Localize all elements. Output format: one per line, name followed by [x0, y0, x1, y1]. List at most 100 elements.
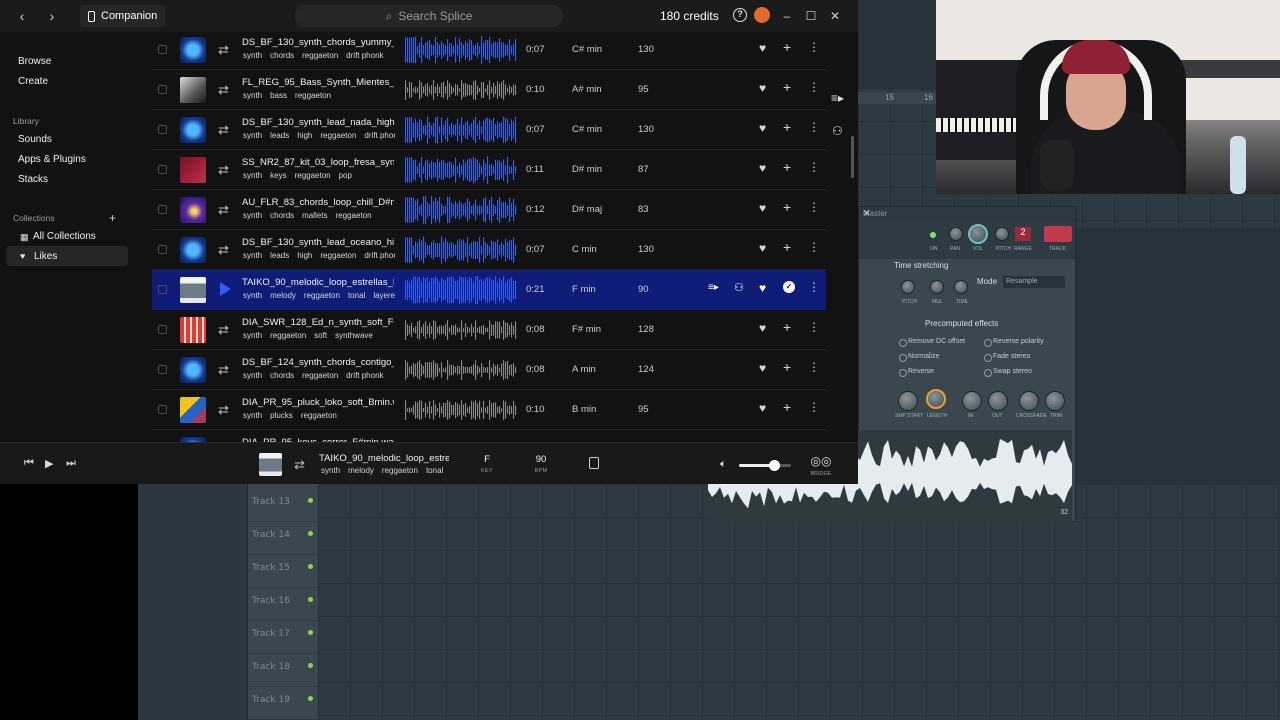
scrollbar[interactable]: [851, 136, 854, 178]
like-heart-icon[interactable]: ♥: [759, 241, 766, 255]
close-button[interactable]: ✕: [826, 6, 844, 26]
volume-icon[interactable]: 🔈︎: [720, 458, 727, 471]
copy-icon[interactable]: [589, 457, 599, 469]
more-options-icon[interactable]: ⋮: [808, 80, 820, 94]
effect-option[interactable]: Swap stereo: [984, 368, 1032, 377]
tag-chip[interactable]: drift phonk: [346, 371, 383, 380]
track-header[interactable]: Track 17: [248, 621, 318, 654]
table-row[interactable]: ⇄ DS_BF_130_synth_lead_oceano_high_Cmin.w…: [152, 230, 826, 270]
more-options-icon[interactable]: ⋮: [808, 40, 820, 54]
credits-counter[interactable]: 180 credits: [660, 9, 719, 23]
tag-chip[interactable]: synth: [243, 371, 262, 380]
add-collection-button[interactable]: +: [109, 211, 116, 225]
tag-chip[interactable]: bass: [270, 91, 287, 100]
table-row[interactable]: ⇄ DS_BF_130_synth_lead_nada_high_C#min.wa…: [152, 110, 826, 150]
tag-chip[interactable]: reggaeton: [295, 91, 331, 100]
track-number-display[interactable]: 2: [1015, 227, 1031, 241]
waveform-preview[interactable]: [405, 356, 517, 384]
sample-name[interactable]: TAIKO_90_melodic_loop_estrellas_Fmin.wav: [242, 277, 394, 288]
row-checkbox[interactable]: [158, 245, 167, 254]
more-options-icon[interactable]: ⋮: [808, 240, 820, 254]
next-button[interactable]: ⏭: [66, 457, 76, 470]
back-button[interactable]: ‹: [12, 6, 32, 26]
tag-chip[interactable]: reggaeton: [301, 411, 337, 420]
stretch-time-knob[interactable]: [954, 280, 968, 294]
sample-name[interactable]: DS_BF_130_synth_chords_yummy_C#min.wav: [242, 37, 394, 48]
sidebar-item-stacks[interactable]: Stacks: [18, 174, 48, 185]
track-mute-led[interactable]: [308, 498, 313, 503]
table-row[interactable]: ⇄ AU_FLR_83_chords_loop_chill_D#maj.wavsy…: [152, 190, 826, 230]
tag-chip[interactable]: chords: [270, 51, 294, 60]
row-checkbox[interactable]: [158, 165, 167, 174]
waveform-preview[interactable]: [405, 276, 517, 304]
track-mute-led[interactable]: [308, 531, 313, 536]
plugin-close-icon[interactable]: ✕: [863, 208, 1071, 219]
add-to-queue-icon[interactable]: ≡▸: [708, 282, 719, 293]
tag-chip[interactable]: chords: [270, 211, 294, 220]
table-row[interactable]: ⇄ SS_NR2_87_kit_03_loop_fresa_synth.wavsy…: [152, 150, 826, 190]
row-checkbox[interactable]: [158, 85, 167, 94]
effect-option[interactable]: Fade stereo: [983, 353, 1030, 362]
sample-name[interactable]: AU_FLR_83_chords_loop_chill_D#maj.wav: [242, 197, 394, 208]
table-row[interactable]: ⇄ DIA_PR_95_pluck_loko_soft_Bmin.wav synth…: [152, 390, 826, 430]
tag-chip[interactable]: drift phonk: [364, 131, 395, 140]
more-options-icon[interactable]: ⋮: [808, 200, 820, 214]
tag-chip[interactable]: synth: [243, 211, 262, 220]
tag-chip[interactable]: reggaeton: [295, 171, 331, 180]
tag-chip[interactable]: synth: [243, 131, 262, 140]
tag-chip[interactable]: soft: [314, 331, 327, 340]
waveform-preview[interactable]: [405, 396, 517, 424]
more-options-icon[interactable]: ⋮: [808, 360, 820, 374]
tag-chip[interactable]: reggaeton: [335, 211, 371, 220]
channel-on-led[interactable]: [930, 232, 936, 238]
tag-chip[interactable]: reggaeton: [302, 371, 338, 380]
tag-chip[interactable]: leads: [270, 131, 289, 140]
queue-icon[interactable]: ≡▸: [831, 91, 844, 105]
volume-handle[interactable]: [769, 460, 781, 471]
like-heart-icon[interactable]: ♥: [759, 121, 766, 135]
out-knob[interactable]: [988, 391, 1008, 411]
play-icon[interactable]: [220, 282, 231, 296]
tag-chip[interactable]: reggaeton: [320, 251, 356, 260]
more-options-icon[interactable]: ⋮: [808, 280, 820, 294]
like-heart-icon[interactable]: ♥: [759, 41, 766, 55]
effect-option[interactable]: Normalize: [899, 353, 940, 362]
more-options-icon[interactable]: ⋮: [808, 400, 820, 414]
tag-chip[interactable]: melody: [348, 466, 374, 475]
tag-chip[interactable]: reggaeton: [382, 466, 418, 475]
table-row[interactable]: ⇄ DS_BF_124_synth_chords_contigo_Amin.wav…: [152, 350, 826, 390]
find-similar-icon[interactable]: ⚇: [734, 281, 744, 294]
add-to-collection-icon[interactable]: +: [783, 239, 791, 255]
sidebar-item-create[interactable]: Create: [18, 76, 48, 87]
play-button[interactable]: ▶: [45, 457, 53, 470]
sample-name[interactable]: FL_REG_95_Bass_Synth_Mientes_D#min.wav: [242, 77, 394, 88]
tag-chip[interactable]: layered: [373, 291, 395, 300]
trim-knob[interactable]: [1045, 391, 1065, 411]
tag-chip[interactable]: synth: [243, 411, 262, 420]
tag-chip[interactable]: plucks: [270, 411, 293, 420]
stretch-mul-knob[interactable]: [930, 280, 944, 294]
track-header[interactable]: Track 15: [248, 555, 318, 588]
table-row-selected[interactable]: TAIKO_90_melodic_loop_estrellas_Fmin.wav…: [152, 270, 826, 310]
waveform-preview[interactable]: [405, 36, 517, 64]
add-to-collection-icon[interactable]: +: [783, 119, 791, 135]
like-heart-icon[interactable]: ♥: [759, 201, 766, 215]
now-playing-title[interactable]: TAIKO_90_melodic_loop_estrellas_Fmin.wav: [319, 453, 449, 464]
add-to-collection-icon[interactable]: +: [783, 159, 791, 175]
row-checkbox[interactable]: [158, 125, 167, 134]
tag-chip[interactable]: synth: [243, 291, 262, 300]
table-row[interactable]: ⇄ FL_REG_95_Bass_Synth_Mientes_D#min.wavs…: [152, 70, 826, 110]
sidebar-item-browse[interactable]: Browse: [18, 56, 51, 67]
forward-button[interactable]: ›: [42, 6, 62, 26]
row-checkbox[interactable]: [158, 205, 167, 214]
tag-chip[interactable]: reggaeton: [304, 291, 340, 300]
previous-button[interactable]: ⏮: [24, 457, 34, 470]
tag-chip[interactable]: drift phonk: [346, 51, 383, 60]
tag-chip[interactable]: reggaeton: [320, 131, 356, 140]
like-heart-icon[interactable]: ♥: [759, 321, 766, 335]
row-checkbox[interactable]: [158, 45, 167, 54]
tag-chip[interactable]: synth: [243, 331, 262, 340]
track-header[interactable]: Track 13: [248, 489, 318, 522]
tag-chip[interactable]: melody: [270, 291, 296, 300]
tag-chip[interactable]: synth: [243, 251, 262, 260]
